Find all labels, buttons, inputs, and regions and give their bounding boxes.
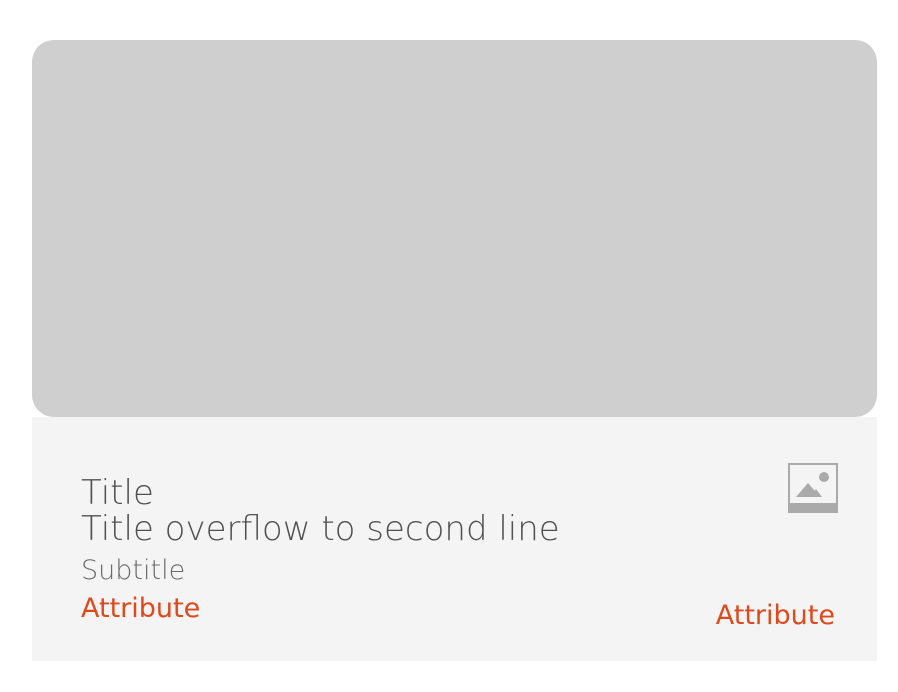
card-subtitle: Subtitle [81, 555, 186, 586]
card-attribute-left: Attribute [81, 593, 201, 624]
image-icon [788, 463, 838, 513]
card-body: Title Title overflow to second line Subt… [32, 417, 877, 661]
card-attribute-right: Attribute [715, 600, 835, 631]
card-title: Title [81, 473, 154, 513]
media-card[interactable]: Title Title overflow to second line Subt… [32, 40, 877, 661]
card-image-placeholder [32, 40, 877, 417]
card-title-overflow: Title overflow to second line [81, 509, 560, 549]
